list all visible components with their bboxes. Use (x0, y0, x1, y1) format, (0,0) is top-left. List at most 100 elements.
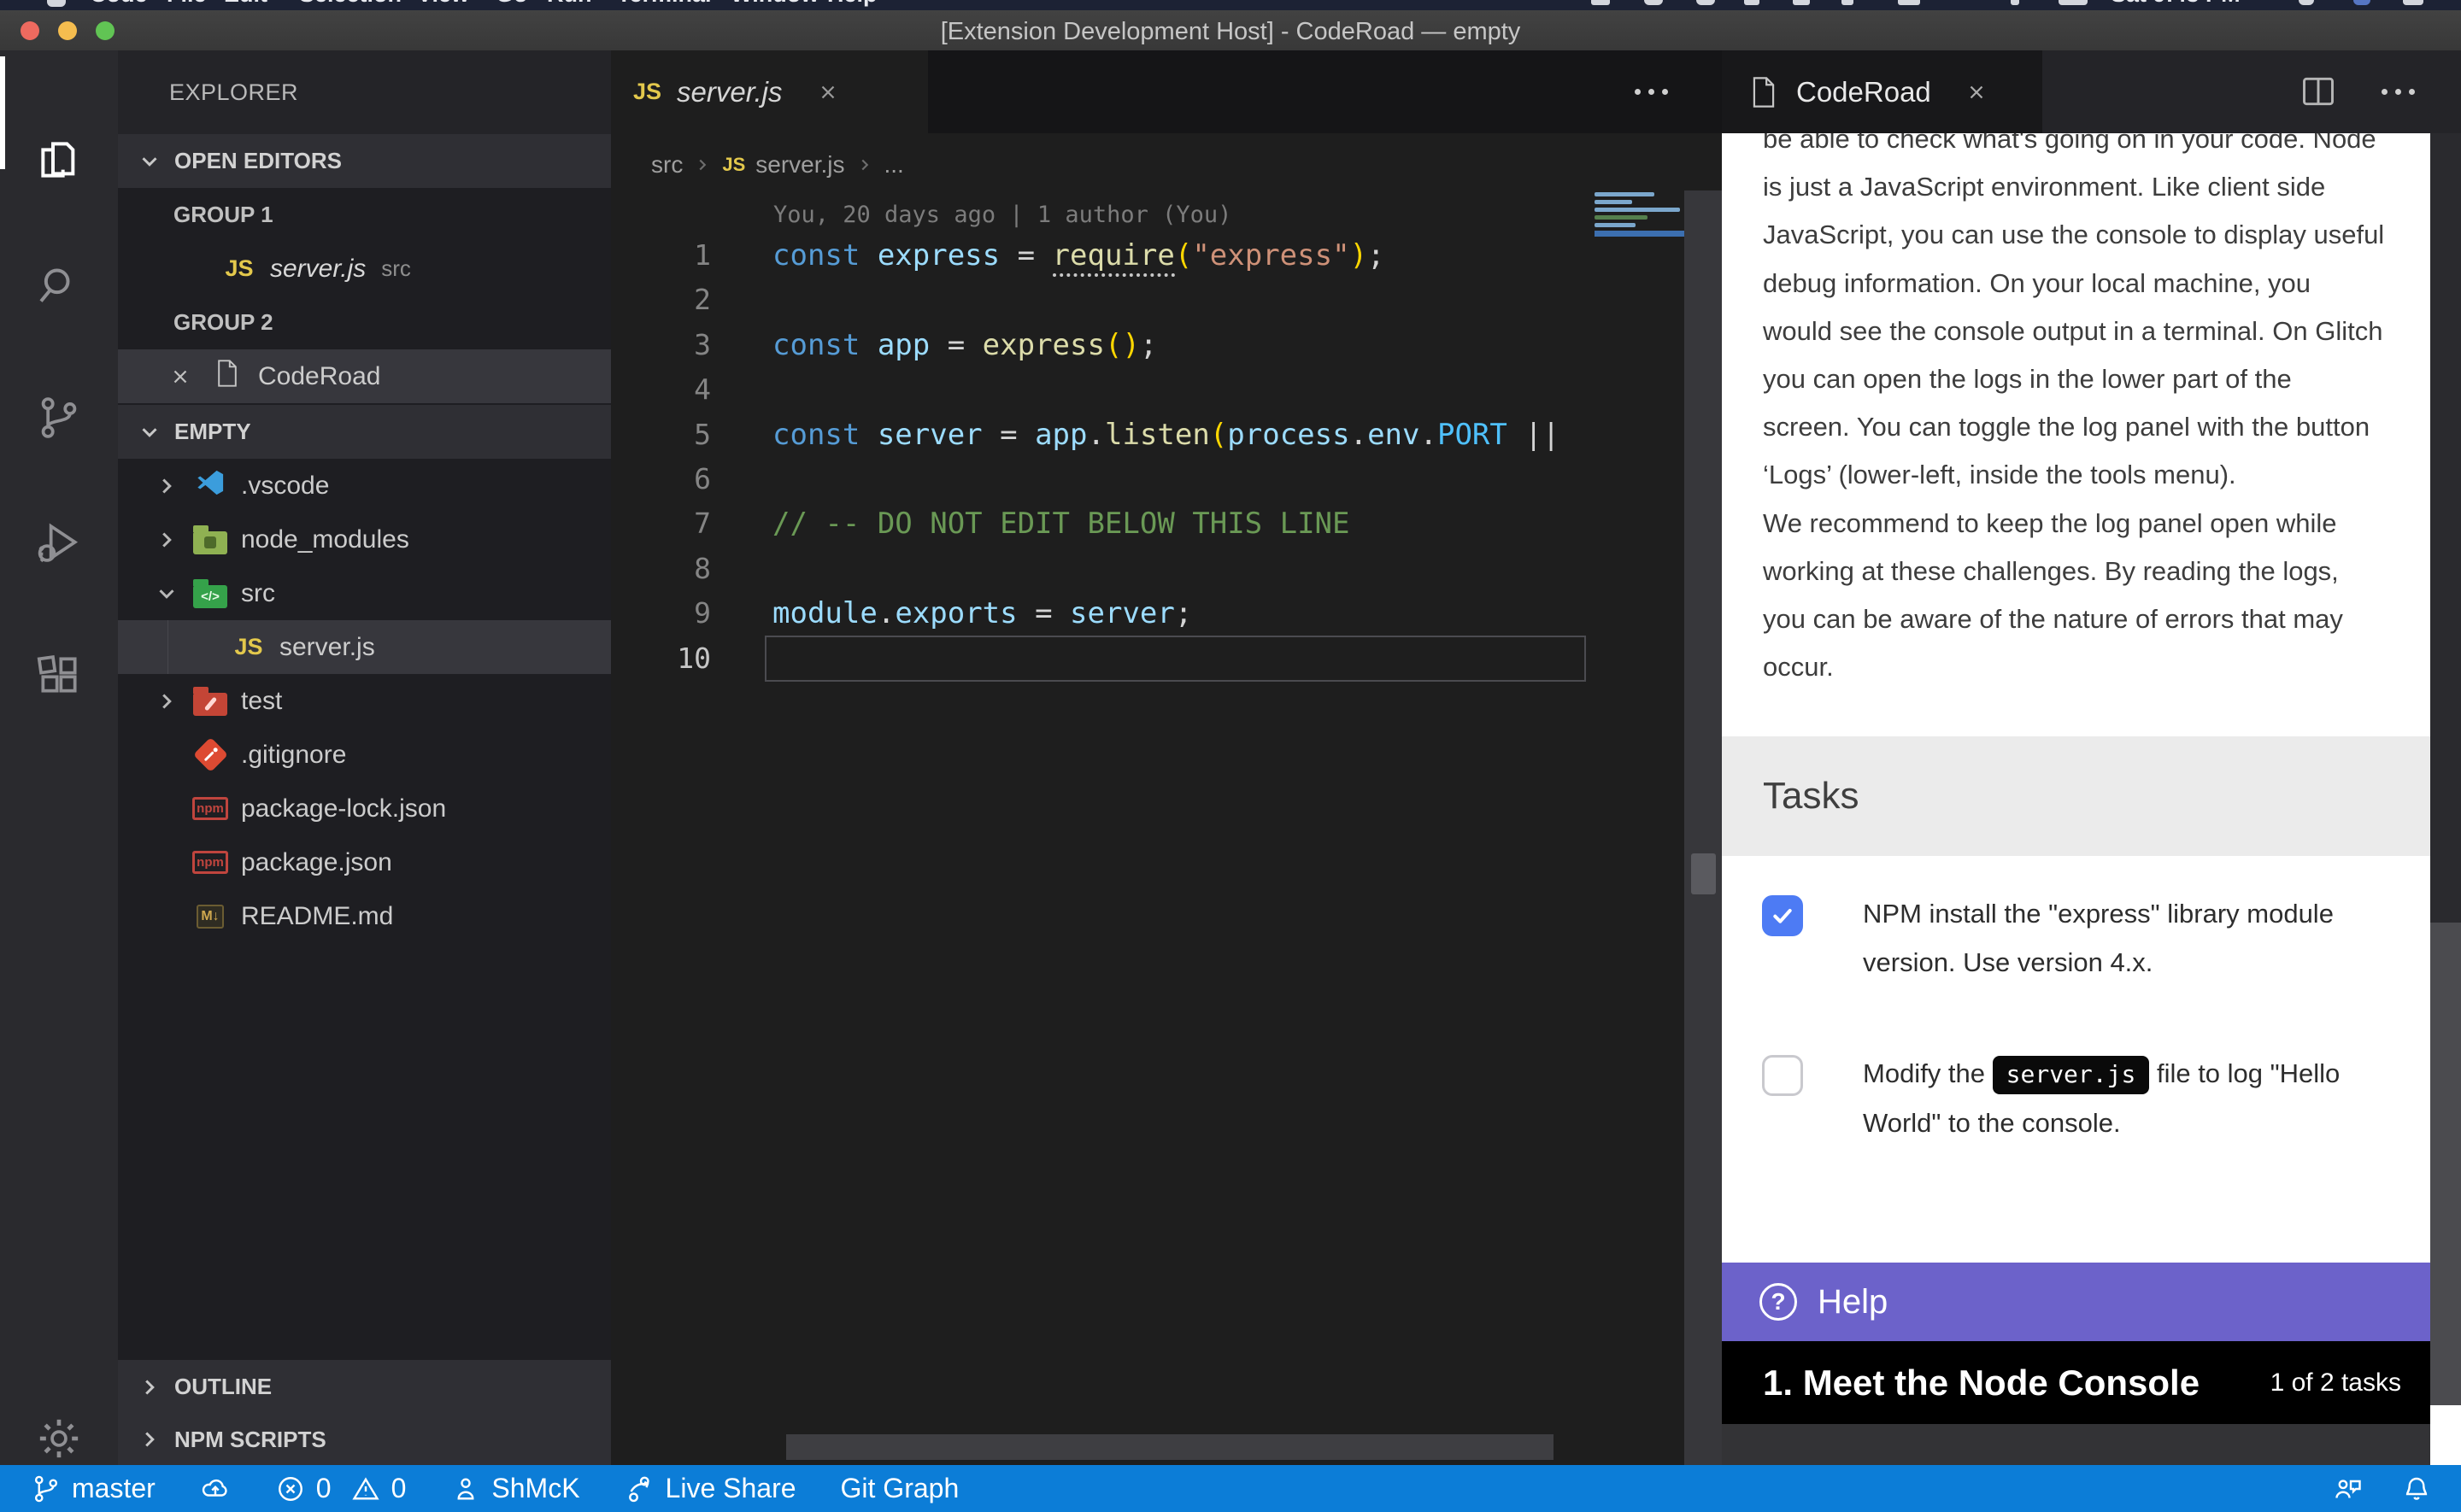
lesson-bar[interactable]: 1. Meet the Node Console 1 of 2 tasks (1722, 1341, 2430, 1424)
tree-item-package-json[interactable]: npmpackage.json (118, 835, 611, 889)
menu-view[interactable]: View (417, 0, 469, 8)
breadcrumb-file[interactable]: server.js (755, 151, 844, 179)
menu-edit[interactable]: Edit (224, 0, 267, 8)
tree-item--vscode[interactable]: .vscode (118, 459, 611, 513)
paragraph-line: would see the console output in a termin… (1763, 308, 2442, 355)
menubar-status-icon (1841, 0, 1853, 5)
tab-label: CodeRoad (1796, 76, 1931, 108)
npm-scripts-section-header[interactable]: NPM SCRIPTS (118, 1414, 611, 1465)
menu-file[interactable]: File (167, 0, 207, 8)
menu-run[interactable]: Run (547, 0, 591, 8)
search-view-icon[interactable] (0, 226, 118, 345)
person-icon (450, 1474, 481, 1504)
task-checkbox-checked[interactable] (1762, 895, 1803, 936)
notifications-bell-icon[interactable] (2401, 1474, 2432, 1504)
account-status[interactable]: ShMcK (450, 1473, 579, 1504)
warnings-icon (350, 1474, 381, 1504)
task-checkbox-unchecked[interactable] (1762, 1055, 1803, 1096)
open-editors-group[interactable]: GROUP 2 (118, 296, 611, 349)
tree-item-node-modules[interactable]: node_modules (118, 513, 611, 566)
source-control-view-icon[interactable] (0, 358, 118, 478)
split-editor-icon[interactable] (2299, 73, 2337, 110)
close-tab-icon[interactable] (1965, 81, 1988, 103)
spotlight-icon (2299, 0, 2314, 5)
blame-annotation[interactable]: You, 20 days ago | 1 author (You) (773, 202, 1231, 228)
vscode-window: Code File Edit Selection View Go Run Terminal Wi… (0, 0, 2461, 1512)
paragraph-line: debug information. On your local machine… (1763, 260, 2442, 308)
git-graph-button[interactable]: Git Graph (841, 1473, 960, 1504)
lesson-bar-next (1722, 1424, 2430, 1465)
tree-item-server-js[interactable]: JSserver.js (118, 620, 611, 674)
tree-item-test[interactable]: test (118, 674, 611, 728)
vscode-icon (196, 468, 225, 504)
workspace-label: EMPTY (174, 419, 251, 445)
run-debug-view-icon[interactable] (0, 484, 118, 604)
menu-go[interactable]: Go (496, 0, 528, 8)
md-icon: M↓ (197, 905, 223, 929)
outline-section-header[interactable]: OUTLINE (118, 1360, 611, 1414)
siri-icon (2353, 0, 2370, 5)
explorer-view-icon[interactable] (0, 100, 118, 220)
feedback-icon[interactable] (2333, 1474, 2364, 1504)
npm-scripts-label: NPM SCRIPTS (174, 1427, 326, 1453)
close-tab-icon[interactable] (817, 81, 839, 103)
git-branch-status[interactable]: master (31, 1473, 156, 1504)
vertical-scrollbar[interactable] (1684, 190, 1723, 1465)
live-share-button[interactable]: Live Share (625, 1473, 796, 1504)
help-icon: ? (1759, 1283, 1797, 1321)
paragraph-line: is just a JavaScript environment. Like c… (1763, 163, 2442, 211)
npm-icon: npm (192, 797, 228, 820)
horizontal-scrollbar[interactable] (786, 1434, 1554, 1460)
open-editors-group[interactable]: GROUP 1 (118, 188, 611, 242)
tree-item-readme-md[interactable]: M↓README.md (118, 889, 611, 943)
close-editor-icon[interactable] (169, 366, 191, 388)
webview-scrollbar-track[interactable] (2430, 923, 2461, 1405)
tree-item--gitignore[interactable]: .gitignore (118, 728, 611, 782)
live-share-icon (625, 1474, 655, 1504)
current-line-highlight (765, 636, 1586, 682)
code-chip: server.js (1993, 1056, 2150, 1094)
explorer-sidebar: EXPLORER OPEN EDITORS GROUP 1JSserver.js… (118, 50, 611, 1465)
menu-code[interactable]: Code (90, 0, 148, 8)
file-tree: .vscodenode_modules</>srcJSserver.jstest… (118, 459, 611, 943)
publish-changes-button[interactable] (200, 1474, 231, 1504)
macos-menu-bar: Code File Edit Selection View Go Run Terminal Wi… (0, 0, 2461, 10)
tree-item-package-lock-json[interactable]: npmpackage-lock.json (118, 782, 611, 835)
open-editor-coderoad[interactable]: CodeRoad (118, 349, 611, 403)
menu-window[interactable]: Window (731, 0, 819, 8)
chevron-right-icon (855, 155, 874, 174)
help-bar[interactable]: ? Help (1722, 1263, 2430, 1341)
tab-server-js[interactable]: JS server.js (611, 50, 928, 133)
git-branch-icon (31, 1474, 62, 1504)
open-editors-header[interactable]: OPEN EDITORS (118, 134, 611, 188)
menu-selection[interactable]: Selection (299, 0, 402, 8)
open-editor-server-js[interactable]: JSserver.jssrc (118, 242, 611, 296)
webview-scrollbar-thumb[interactable] (2430, 133, 2461, 923)
breadcrumb[interactable]: src JS server.js ... (611, 133, 1722, 196)
workspace-section-header[interactable]: EMPTY (118, 405, 611, 459)
breadcrumb-folder[interactable]: src (651, 151, 683, 179)
more-actions-icon[interactable] (1635, 89, 1668, 95)
code-editor[interactable]: const express = require("express");const… (772, 233, 1559, 681)
tab-coderoad[interactable]: CodeRoad (1722, 50, 2042, 133)
npm-icon: npm (192, 851, 228, 874)
menubar-clock: Sat 9:43 PM (2111, 0, 2241, 8)
problems-status[interactable]: 0 0 (275, 1473, 407, 1504)
extensions-view-icon[interactable] (0, 615, 118, 735)
tree-item-src[interactable]: </>src (118, 566, 611, 620)
file-icon (215, 359, 239, 395)
open-editors-list: GROUP 1JSserver.jssrcGROUP 2CodeRoad (118, 188, 611, 403)
menu-help[interactable]: Help (827, 0, 878, 8)
breadcrumb-more[interactable]: ... (884, 151, 904, 179)
paragraph-line: JavaScript, you can use the console to d… (1763, 211, 2442, 259)
menubar-status-icon (1793, 0, 1810, 5)
more-actions-icon[interactable] (2382, 89, 2415, 95)
scrollbar-thumb[interactable] (1691, 853, 1716, 894)
errors-icon (275, 1474, 306, 1504)
control-center-icon (2403, 0, 2423, 5)
js-file-icon: JS (633, 79, 661, 105)
minimap[interactable] (1595, 192, 1684, 237)
task-1-text: NPM install the "express" library module… (1863, 890, 2427, 987)
window-title-bar[interactable]: [Extension Development Host] - CodeRoad … (0, 10, 2461, 51)
menu-terminal[interactable]: Terminal (617, 0, 712, 8)
